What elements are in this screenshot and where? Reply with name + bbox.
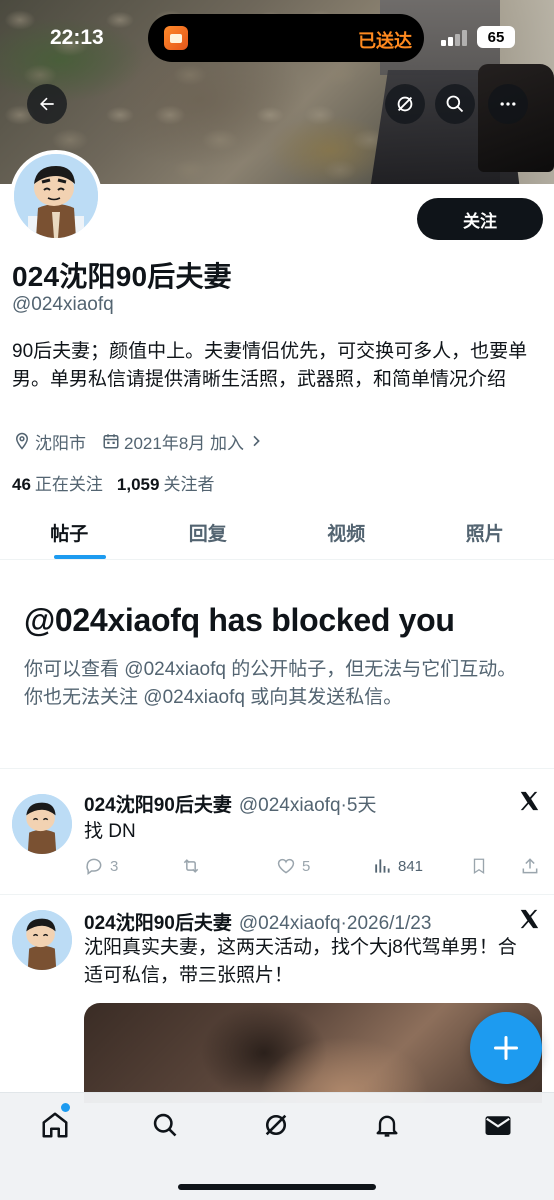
more-button[interactable] — [488, 84, 528, 124]
cartoon-avatar-image — [12, 794, 72, 854]
nav-messages[interactable] — [481, 1108, 515, 1142]
home-indicator[interactable] — [178, 1184, 376, 1190]
post-text: 沈阳真实夫妻，这两天活动，找个大j8代驾单男！合适可私信，带三张照片！ — [84, 937, 517, 986]
profile-tabs: 帖子 回复 视频 照片 — [0, 506, 554, 560]
location-icon — [15, 432, 29, 450]
location-text: 沈阳市 — [35, 433, 86, 453]
active-tab-indicator — [54, 555, 106, 559]
tab-videos-label: 视频 — [327, 524, 366, 545]
tab-posts[interactable]: 帖子 — [0, 506, 139, 559]
follow-button[interactable]: 关注 — [417, 198, 543, 240]
post-actions: 3 5 841 — [84, 855, 544, 877]
follow-counts: 46 正在关注 1,059 关注者 — [12, 470, 214, 495]
compose-post-button[interactable] — [470, 1012, 542, 1084]
nav-grok[interactable] — [259, 1108, 293, 1142]
like-count: 5 — [302, 857, 311, 875]
reply-icon — [86, 858, 102, 875]
post-author-name[interactable]: 024沈阳90后夫妻 — [84, 908, 232, 935]
battery-indicator: 65 — [477, 26, 515, 48]
location-item: 沈阳市 — [13, 429, 86, 454]
dynamic-island[interactable]: 已送达 — [148, 14, 424, 62]
post-author-handle: @024xiaofq — [238, 913, 341, 934]
island-status-text: 已送达 — [358, 31, 412, 51]
grok-icon — [397, 96, 413, 112]
post-avatar[interactable] — [12, 910, 72, 970]
profile-bio: 90后夫妻；颜值中上。夫妻情侣优先，可交换可多人，也要单男。单男私信请提供清晰生… — [12, 341, 528, 390]
post-author-name[interactable]: 024沈阳90后夫妻 — [84, 790, 232, 817]
views-action[interactable]: 841 — [372, 856, 423, 876]
followers-link[interactable]: 1,059 关注者 — [117, 470, 215, 495]
chevron-right-icon — [253, 435, 260, 447]
nav-search[interactable] — [148, 1108, 182, 1142]
back-arrow-icon — [40, 97, 54, 111]
profile-handle: @024xiaofq — [12, 294, 114, 315]
bookmark-action[interactable] — [470, 856, 488, 876]
bookmark-icon — [473, 858, 485, 875]
views-icon — [375, 859, 390, 873]
nav-home[interactable] — [38, 1108, 72, 1142]
messages-icon — [485, 1116, 511, 1135]
share-action[interactable] — [520, 856, 540, 876]
cartoon-avatar-image — [12, 910, 72, 970]
plus-icon — [493, 1035, 519, 1061]
tab-posts-label: 帖子 — [50, 524, 89, 545]
followers-count: 1,059 — [116, 475, 160, 494]
profile-meta: 沈阳市 2021年8月 加入 — [13, 428, 280, 454]
post-text: 找 DN — [84, 821, 136, 842]
search-button[interactable] — [435, 84, 475, 124]
post-time: 5天 — [346, 795, 377, 816]
following-label: 正在关注 — [34, 475, 103, 494]
tab-videos[interactable]: 视频 — [277, 506, 416, 559]
calendar-icon — [103, 434, 119, 449]
joined-item[interactable]: 2021年8月 加入 — [102, 429, 264, 454]
reply-action[interactable]: 3 — [84, 856, 118, 876]
share-icon — [522, 858, 538, 874]
blocked-title: @024xiaofq has blocked you — [24, 602, 455, 638]
profile-avatar[interactable] — [10, 150, 102, 242]
post-time: 2026/1/23 — [346, 913, 432, 934]
reply-count: 3 — [110, 857, 119, 875]
grok-icon — [265, 1114, 287, 1136]
cellular-signal-icon — [441, 30, 469, 46]
following-count: 46 — [12, 475, 31, 494]
profile-display-name: 024沈阳90后夫妻 — [12, 261, 232, 292]
back-button[interactable] — [27, 84, 67, 124]
tab-photos[interactable]: 照片 — [416, 506, 554, 559]
delivery-app-icon — [164, 26, 188, 50]
like-action[interactable]: 5 — [276, 856, 310, 876]
status-time: 22:13 — [50, 26, 104, 49]
search-icon — [153, 1113, 177, 1137]
cartoon-avatar-image — [14, 154, 98, 238]
like-icon — [277, 858, 295, 874]
blocked-description: 你可以查看 @024xiaofq 的公开帖子，但无法与它们互动。你也无法关注 @… — [24, 659, 517, 708]
post-header: 024沈阳90后夫妻 @024xiaofq · 5天 — [84, 790, 376, 817]
nav-notifications[interactable] — [370, 1108, 404, 1142]
joined-text: 2021年8月 加入 — [124, 433, 244, 453]
followers-label: 关注者 — [163, 475, 215, 494]
post-divider — [0, 894, 554, 895]
tab-replies-label: 回复 — [188, 524, 227, 545]
retweet-icon — [183, 859, 199, 873]
grok-button[interactable] — [385, 84, 425, 124]
search-icon — [446, 95, 464, 113]
post-header: 024沈阳90后夫妻 @024xiaofq · 2026/1/23 — [84, 908, 431, 935]
x-logo-icon — [520, 791, 539, 811]
unread-dot — [61, 1103, 70, 1112]
x-logo-icon — [520, 909, 539, 929]
notifications-icon — [376, 1115, 398, 1137]
more-icon — [500, 102, 516, 106]
tab-photos-label: 照片 — [465, 524, 504, 545]
tab-replies[interactable]: 回复 — [139, 506, 278, 559]
following-link[interactable]: 46 正在关注 — [12, 470, 103, 495]
views-count: 841 — [398, 857, 424, 875]
post-author-handle: @024xiaofq — [238, 795, 341, 816]
section-divider — [0, 768, 554, 769]
post-avatar[interactable] — [12, 794, 72, 854]
retweet-action[interactable] — [180, 856, 202, 876]
home-icon — [42, 1112, 68, 1138]
